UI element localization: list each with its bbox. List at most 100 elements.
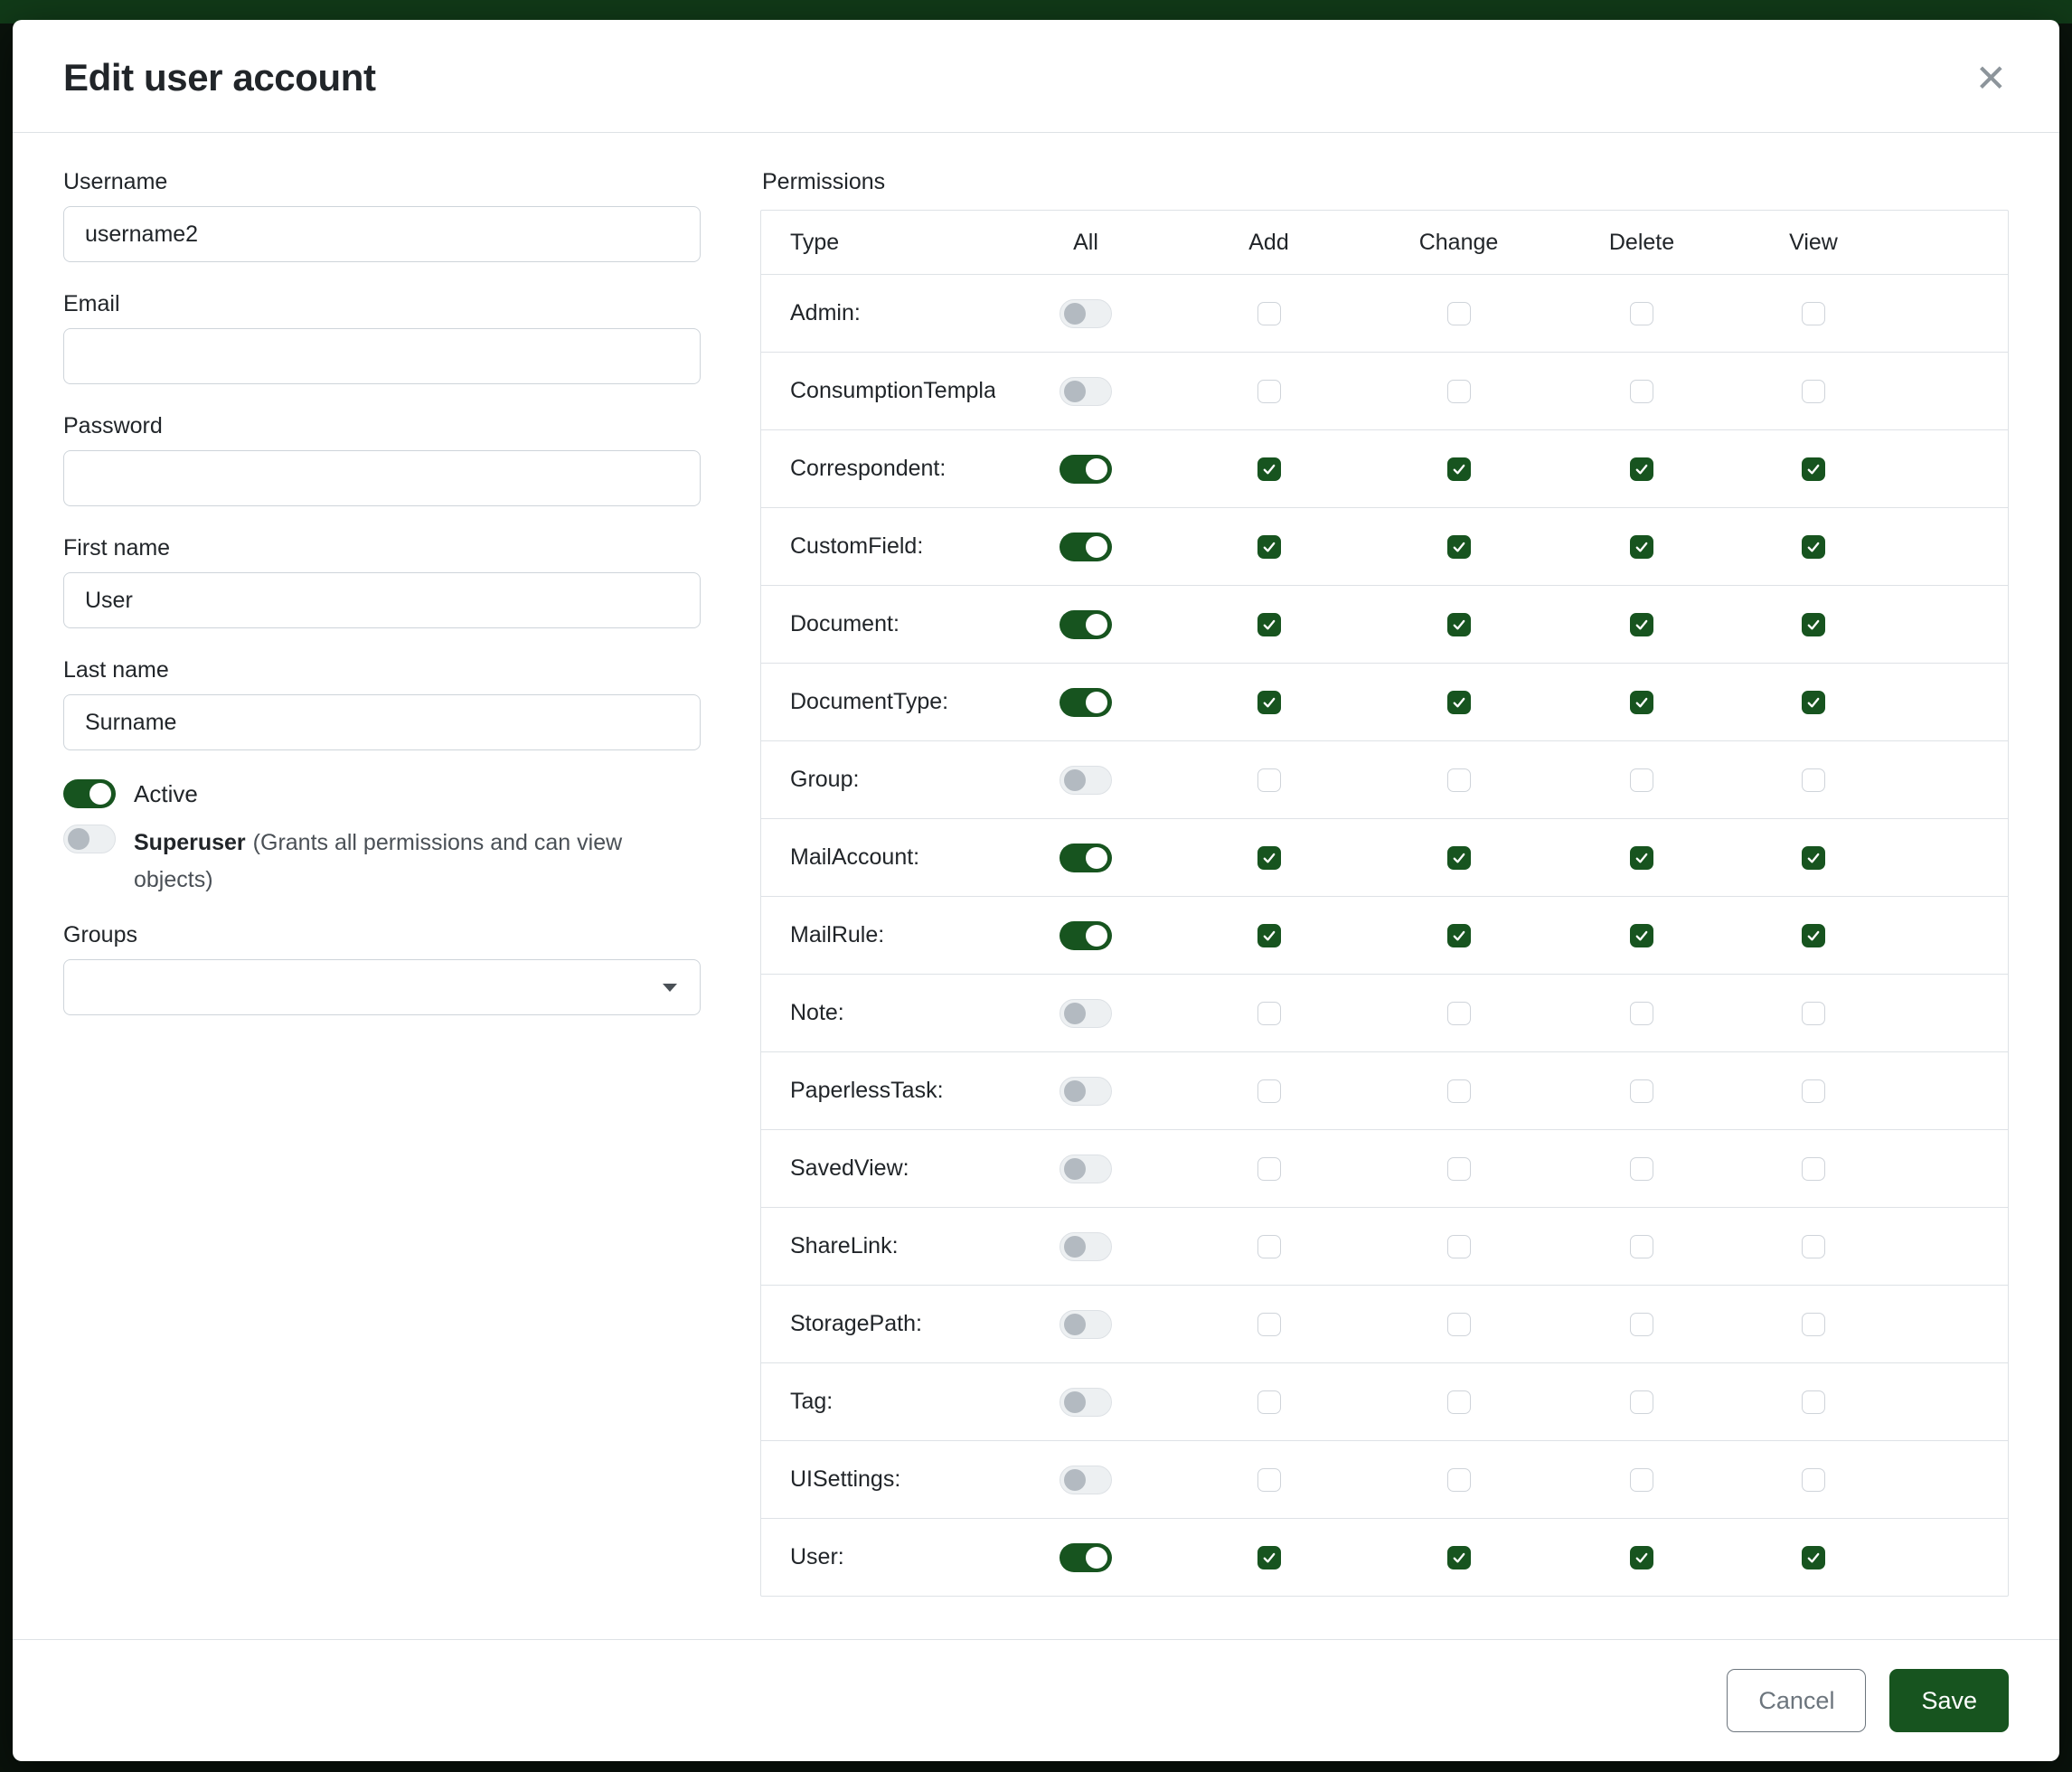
permission-delete-checkbox[interactable] [1630, 380, 1653, 403]
save-button[interactable]: Save [1889, 1669, 2009, 1732]
permission-view-checkbox[interactable] [1802, 1546, 1825, 1569]
username-input[interactable] [63, 206, 701, 262]
permission-delete-checkbox[interactable] [1630, 1002, 1653, 1025]
permission-change-checkbox[interactable] [1447, 457, 1471, 481]
permission-delete-checkbox[interactable] [1630, 302, 1653, 325]
permission-all-toggle[interactable] [1060, 921, 1112, 950]
permission-delete-checkbox[interactable] [1630, 846, 1653, 870]
permission-add-checkbox[interactable] [1257, 768, 1281, 792]
permission-view-checkbox[interactable] [1802, 302, 1825, 325]
permission-change-checkbox[interactable] [1447, 1390, 1471, 1414]
password-field[interactable] [63, 450, 701, 506]
permission-add-checkbox[interactable] [1257, 613, 1281, 636]
permission-delete-checkbox[interactable] [1630, 457, 1653, 481]
permission-add-checkbox[interactable] [1257, 1468, 1281, 1492]
permission-change-checkbox[interactable] [1447, 302, 1471, 325]
permission-delete-checkbox[interactable] [1630, 613, 1653, 636]
permission-add-checkbox[interactable] [1257, 1546, 1281, 1569]
permission-change-checkbox[interactable] [1447, 924, 1471, 947]
permission-change-checkbox[interactable] [1447, 1468, 1471, 1492]
superuser-toggle[interactable] [63, 825, 116, 853]
cancel-button[interactable]: Cancel [1727, 1669, 1866, 1732]
permission-change-checkbox[interactable] [1447, 691, 1471, 714]
permission-add-checkbox[interactable] [1257, 380, 1281, 403]
permission-delete-checkbox[interactable] [1630, 1546, 1653, 1569]
email-field[interactable] [63, 328, 701, 384]
permission-view-checkbox[interactable] [1802, 1157, 1825, 1181]
first-name-input[interactable] [63, 572, 701, 628]
permission-change-checkbox[interactable] [1447, 380, 1471, 403]
permission-all-toggle[interactable] [1060, 455, 1112, 484]
permission-add-checkbox[interactable] [1257, 1235, 1281, 1258]
permission-add-checkbox[interactable] [1257, 457, 1281, 481]
permission-all-toggle[interactable] [1060, 610, 1112, 639]
permission-delete-checkbox[interactable] [1630, 1313, 1653, 1336]
permission-change-checkbox[interactable] [1447, 1157, 1471, 1181]
permission-add-checkbox[interactable] [1257, 1313, 1281, 1336]
permission-add-checkbox[interactable] [1257, 1390, 1281, 1414]
permission-add-checkbox[interactable] [1257, 691, 1281, 714]
permission-view-checkbox[interactable] [1802, 1390, 1825, 1414]
permission-delete-checkbox[interactable] [1630, 1079, 1653, 1103]
permission-change-checkbox[interactable] [1447, 1002, 1471, 1025]
permission-view-checkbox[interactable] [1802, 1002, 1825, 1025]
permission-view-checkbox[interactable] [1802, 846, 1825, 870]
permission-change-checkbox[interactable] [1447, 846, 1471, 870]
permission-view-checkbox[interactable] [1802, 380, 1825, 403]
permission-view-checkbox[interactable] [1802, 768, 1825, 792]
permission-delete-checkbox[interactable] [1630, 768, 1653, 792]
permission-delete-cell [1556, 302, 1728, 325]
permission-all-toggle[interactable] [1060, 377, 1112, 406]
permission-add-checkbox[interactable] [1257, 1002, 1281, 1025]
permission-view-cell [1728, 1468, 1899, 1492]
permission-change-checkbox[interactable] [1447, 768, 1471, 792]
permission-view-checkbox[interactable] [1802, 691, 1825, 714]
permission-delete-checkbox[interactable] [1630, 691, 1653, 714]
permission-view-checkbox[interactable] [1802, 1079, 1825, 1103]
permission-change-checkbox[interactable] [1447, 1079, 1471, 1103]
permission-change-checkbox[interactable] [1447, 535, 1471, 559]
permission-all-toggle[interactable] [1060, 533, 1112, 561]
permission-all-toggle[interactable] [1060, 1543, 1112, 1572]
permission-delete-checkbox[interactable] [1630, 1235, 1653, 1258]
permission-view-checkbox[interactable] [1802, 1235, 1825, 1258]
permission-all-toggle[interactable] [1060, 844, 1112, 872]
permission-all-toggle[interactable] [1060, 299, 1112, 328]
permission-change-checkbox[interactable] [1447, 1313, 1471, 1336]
permission-all-toggle[interactable] [1060, 1077, 1112, 1106]
permission-delete-checkbox[interactable] [1630, 1157, 1653, 1181]
permission-all-toggle[interactable] [1060, 1155, 1112, 1183]
permission-add-checkbox[interactable] [1257, 924, 1281, 947]
permission-all-cell [995, 455, 1176, 484]
permission-delete-checkbox[interactable] [1630, 535, 1653, 559]
permission-add-checkbox[interactable] [1257, 846, 1281, 870]
permission-all-toggle[interactable] [1060, 688, 1112, 717]
permission-all-toggle[interactable] [1060, 1232, 1112, 1261]
permission-delete-checkbox[interactable] [1630, 924, 1653, 947]
permission-view-checkbox[interactable] [1802, 535, 1825, 559]
active-toggle[interactable] [63, 779, 116, 808]
permission-change-checkbox[interactable] [1447, 1546, 1471, 1569]
permission-view-checkbox[interactable] [1802, 1468, 1825, 1492]
permission-view-checkbox[interactable] [1802, 457, 1825, 481]
permission-change-checkbox[interactable] [1447, 613, 1471, 636]
permission-all-toggle[interactable] [1060, 1310, 1112, 1339]
permission-change-checkbox[interactable] [1447, 1235, 1471, 1258]
permission-view-checkbox[interactable] [1802, 613, 1825, 636]
permission-all-toggle[interactable] [1060, 1466, 1112, 1494]
permission-all-toggle[interactable] [1060, 999, 1112, 1028]
permission-add-checkbox[interactable] [1257, 535, 1281, 559]
permission-all-toggle[interactable] [1060, 1388, 1112, 1417]
permission-all-cell [995, 1388, 1176, 1417]
groups-select[interactable] [63, 959, 701, 1015]
permission-delete-checkbox[interactable] [1630, 1468, 1653, 1492]
close-icon[interactable]: ✕ [1975, 60, 2007, 98]
last-name-input[interactable] [63, 694, 701, 750]
permission-add-checkbox[interactable] [1257, 1079, 1281, 1103]
permission-delete-checkbox[interactable] [1630, 1390, 1653, 1414]
permission-all-toggle[interactable] [1060, 766, 1112, 795]
permission-add-checkbox[interactable] [1257, 1157, 1281, 1181]
permission-view-checkbox[interactable] [1802, 1313, 1825, 1336]
permission-view-checkbox[interactable] [1802, 924, 1825, 947]
permission-add-checkbox[interactable] [1257, 302, 1281, 325]
